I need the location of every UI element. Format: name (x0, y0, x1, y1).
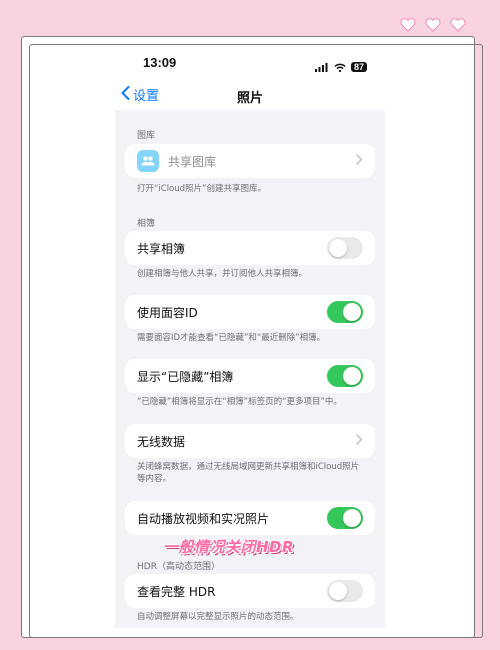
shared-library-label: 共享图库 (168, 154, 217, 169)
hidden-album-row: 显示“已隐藏”相簿 (125, 359, 375, 393)
heart-icon (450, 18, 466, 32)
shared-albums-toggle[interactable] (327, 237, 363, 259)
status-time: 13:09 (143, 55, 177, 70)
signal-icon (314, 57, 329, 76)
toggle-knob (329, 239, 347, 257)
hidden-album-toggle[interactable] (327, 365, 363, 387)
hdr-row: 查看完整 HDR (125, 574, 375, 608)
toggle-knob (343, 509, 361, 527)
hidden-album-label: 显示“已隐藏”相簿 (137, 369, 234, 384)
shared-library-row[interactable]: 共享图库 (125, 144, 375, 178)
hdr-label: 查看完整 HDR (137, 584, 216, 599)
chevron-right-icon (356, 433, 363, 449)
section-label-hdr: HDR（高动态范围） (137, 562, 220, 572)
face-id-label: 使用面容ID (137, 305, 198, 320)
face-id-footnote: 需要面容ID才能查看“已隐藏”和“最近删除”相簿。 (137, 333, 326, 343)
page-title: 照片 (236, 91, 263, 106)
hdr-toggle[interactable] (327, 580, 363, 602)
status-bar: 13:09 87 (115, 48, 385, 80)
wireless-data-row[interactable]: 无线数据 (125, 424, 375, 458)
face-id-row: 使用面容ID (125, 295, 375, 329)
shared-albums-footnote: 创建相簿与他人共享，并订阅他人共享相簿。 (137, 269, 308, 279)
hidden-album-footnote: “已隐藏”相簿将显示在“相簿”标签页的“更多项目”中。 (137, 397, 342, 407)
section-label-library: 图库 (137, 131, 156, 141)
battery-indicator: 87 (350, 61, 367, 72)
status-icons: 87 (314, 57, 367, 76)
wireless-data-label: 无线数据 (137, 434, 186, 449)
shared-albums-label: 共享相簿 (137, 241, 186, 256)
toggle-knob (343, 303, 361, 321)
autoplay-toggle[interactable] (327, 507, 363, 529)
toggle-knob (329, 582, 347, 600)
people-icon (137, 150, 159, 172)
navigation-bar: 设置 照片 (115, 80, 385, 110)
hdr-footnote: 自动调整屏幕以完整显示照片的动态范围。 (137, 612, 299, 622)
autoplay-label: 自动播放视频和实况照片 (137, 511, 270, 526)
autoplay-row: 自动播放视频和实况照片 (125, 501, 375, 535)
heart-icon (400, 18, 416, 32)
decorative-hearts (400, 18, 466, 32)
overlay-caption: 一般情况关闭HDR (163, 538, 295, 556)
wireless-data-footnote: 关闭蜂窝数据，通过无线局域网更新共享相簿和iCloud照片等内容。 (137, 462, 360, 484)
shared-albums-row: 共享相簿 (125, 231, 375, 265)
face-id-toggle[interactable] (327, 301, 363, 323)
shared-library-footnote: 打开“iCloud照片”创建共享图库。 (137, 184, 266, 194)
section-label-albums: 相簿 (137, 219, 156, 229)
toggle-knob (343, 367, 361, 385)
heart-icon (425, 18, 441, 32)
wifi-icon (334, 57, 346, 76)
chevron-right-icon (356, 153, 363, 169)
